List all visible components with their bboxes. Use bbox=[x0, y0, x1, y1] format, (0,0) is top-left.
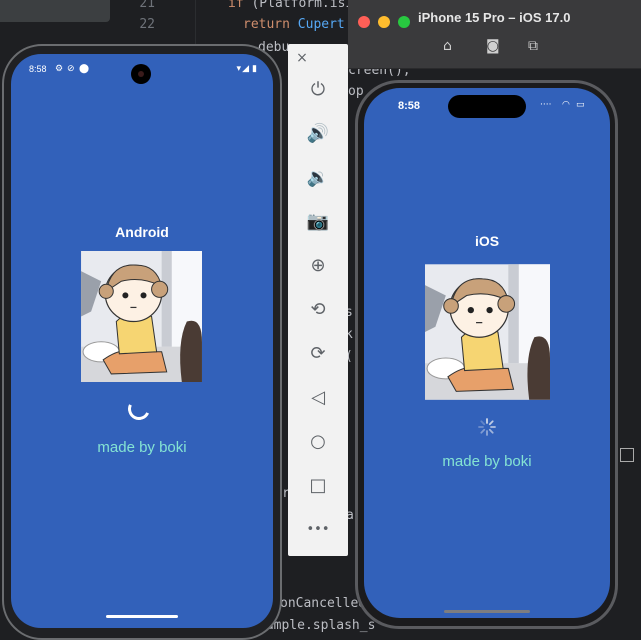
code-type: Cupert bbox=[289, 17, 345, 32]
rotate-icon[interactable]: ⧉ bbox=[528, 38, 538, 54]
camera-cutout bbox=[131, 64, 151, 84]
wifi-icon: ▾ bbox=[236, 63, 241, 73]
splash-title: iOS bbox=[474, 233, 500, 249]
editor-tab-strip bbox=[0, 0, 110, 22]
footer-credit: made by boki bbox=[442, 453, 532, 470]
signal-icon: ◢ bbox=[242, 63, 249, 73]
activity-indicator bbox=[478, 418, 496, 436]
code-keyword: if bbox=[228, 0, 244, 11]
camera-icon[interactable]: 📷 bbox=[304, 208, 332, 236]
close-window-button[interactable] bbox=[358, 16, 370, 28]
zoom-in-icon[interactable]: ⊕ bbox=[304, 252, 332, 280]
line-number: 21 bbox=[139, 0, 155, 11]
footer-credit: made by boki bbox=[97, 439, 187, 456]
code-fragment: op bbox=[348, 84, 364, 99]
back-icon[interactable]: ◁ bbox=[304, 384, 332, 412]
status-time: 8:58 bbox=[29, 64, 47, 74]
zoom-window-button[interactable] bbox=[398, 16, 410, 28]
dynamic-island bbox=[448, 95, 526, 118]
splash-title: Android bbox=[115, 224, 169, 240]
more-icon[interactable]: ••• bbox=[304, 516, 332, 544]
signal-icon: ···· bbox=[540, 100, 552, 110]
split-view-icon[interactable] bbox=[620, 448, 634, 462]
battery-icon: ▮ bbox=[252, 63, 257, 73]
overview-icon[interactable]: □ bbox=[304, 472, 332, 500]
home-icon[interactable]: ⌂ bbox=[443, 38, 452, 54]
emulator-toolbar: × ⏻ 🔊 🔉 📷 ⊕ ⟲ ⟳ ◁ ○ □ ••• bbox=[288, 44, 348, 556]
simulator-title-bar: iPhone 15 Pro – iOS 17.0 ⌂ ◙ ⧉ bbox=[348, 0, 641, 69]
shield-icon: ⊘ bbox=[67, 63, 75, 73]
close-icon[interactable]: × bbox=[292, 44, 312, 72]
location-icon: ⬤ bbox=[79, 63, 90, 73]
line-number: 22 bbox=[139, 17, 155, 32]
power-icon[interactable]: ⏻ bbox=[304, 76, 332, 104]
screenshot-icon[interactable]: ◙ bbox=[486, 38, 500, 54]
home-indicator[interactable] bbox=[106, 615, 178, 618]
volume-up-icon[interactable]: 🔊 bbox=[304, 120, 332, 148]
status-time: 8:58 bbox=[398, 100, 421, 112]
settings-icon: ⚙ bbox=[55, 63, 64, 73]
volume-down-icon[interactable]: 🔉 bbox=[304, 164, 332, 192]
code-line: return Cupert bbox=[243, 17, 345, 32]
rotate-left-icon[interactable]: ⟲ bbox=[304, 296, 332, 324]
rotate-right-icon[interactable]: ⟳ bbox=[304, 340, 332, 368]
android-screen[interactable]: 8:58 ⚙ ⊘ ⬤ ▾ ◢ ▮ Android made by boki bbox=[11, 54, 273, 628]
minimize-window-button[interactable] bbox=[378, 16, 390, 28]
ios-screen[interactable]: 8:58 ···· ◠ ▭ iOS made by boki bbox=[364, 88, 610, 618]
home-icon[interactable]: ○ bbox=[304, 428, 332, 456]
code-fragment: onCancelled bbox=[280, 596, 367, 611]
battery-icon: ▭ bbox=[576, 100, 585, 110]
code-keyword: return bbox=[243, 17, 290, 32]
loading-spinner bbox=[124, 394, 154, 424]
splash-illustration bbox=[81, 251, 202, 382]
splash-illustration bbox=[425, 264, 550, 400]
wifi-icon: ◠ bbox=[562, 100, 570, 110]
home-indicator[interactable] bbox=[444, 610, 530, 613]
window-title: iPhone 15 Pro – iOS 17.0 bbox=[418, 10, 571, 25]
